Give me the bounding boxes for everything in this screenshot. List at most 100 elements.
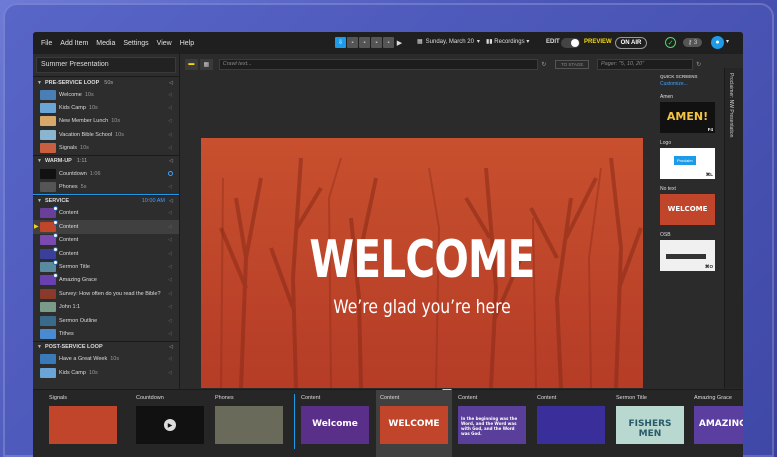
on-air-button[interactable]: ON AIR (615, 37, 647, 49)
section-header[interactable]: ▼ SERVICE 10:00 AM ◁ (33, 194, 179, 207)
keys-badge[interactable]: ⚷ 3 (683, 38, 702, 47)
send-arrow-icon[interactable]: ◁ (168, 105, 172, 111)
item-duration: 5s (80, 184, 87, 191)
send-arrow-icon[interactable]: ◁ (168, 356, 172, 362)
current-slide-preview[interactable]: WELCOME We’re glad you’re here (201, 138, 643, 388)
grid-view-icon[interactable]: ▦ (199, 58, 213, 70)
send-arrow-icon[interactable]: ◁ (168, 304, 172, 310)
send-arrow-icon[interactable]: ◁ (169, 198, 173, 204)
send-arrow-icon[interactable]: ◁ (168, 184, 172, 190)
send-arrow-icon[interactable]: ◁ (168, 132, 172, 138)
crawl-text-input[interactable]: Crawl text... (218, 58, 539, 70)
service-item[interactable]: Have a Great Week 10s ◁ (33, 353, 179, 366)
lock-icon[interactable]: ▪ (347, 37, 358, 48)
recordings-menu[interactable]: ▮▮ Recordings ▾ (486, 38, 529, 45)
strip-slide[interactable]: Content Welcome (301, 390, 373, 457)
menu-settings[interactable]: Settings (119, 40, 152, 47)
service-item[interactable]: Amazing Grace ◁ (33, 273, 179, 287)
service-item[interactable]: Countdown 1:06 (33, 167, 179, 180)
play-icon[interactable]: ▶ (395, 37, 404, 48)
lock-icon[interactable]: ▪ (383, 37, 394, 48)
strip-slide-thumbnail: AMAZING G (694, 406, 743, 444)
keys-count: 3 (693, 39, 698, 46)
refresh-icon[interactable]: ↻ (541, 61, 549, 68)
pager-input[interactable]: Pager: "5, 10, 20" (597, 58, 694, 70)
strip-slide[interactable]: Signals (49, 390, 121, 457)
service-item[interactable]: Kids Camp 10s ◁ (33, 366, 179, 379)
strip-slide[interactable]: Phones (215, 390, 287, 457)
collapse-triangle-icon[interactable]: ▼ (37, 80, 42, 86)
customize-link[interactable]: Customize... (660, 81, 720, 87)
send-arrow-icon[interactable]: ◁ (168, 331, 172, 337)
service-item[interactable]: Tithes ◁ (33, 327, 179, 340)
service-item[interactable]: Vacation Bible School 10s ◁ (33, 128, 179, 141)
send-arrow-icon[interactable]: ◁ (168, 92, 172, 98)
strip-slide[interactable]: Content WELCOME (376, 390, 452, 457)
strip-slide[interactable]: Content (537, 390, 609, 457)
stage-view-icon[interactable]: ▬ (185, 58, 198, 70)
send-arrow-icon[interactable]: ◁ (168, 210, 172, 216)
service-item[interactable]: Signals 10s ◁ (33, 142, 179, 155)
send-arrow-icon[interactable]: ◁ (168, 318, 172, 324)
item-thumbnail (40, 259, 58, 272)
section-header[interactable]: ▼ POST-SERVICE LOOP ◁ (33, 340, 179, 353)
strip-slide[interactable]: Countdown ▶ (136, 390, 208, 457)
lock-icon[interactable]: ▪ (359, 37, 370, 48)
quick-screen-thumbnail[interactable]: ⌘O (660, 240, 715, 271)
service-item[interactable]: Survey: How often do you read the Bible?… (33, 287, 179, 300)
menu-add-item[interactable]: Add Item (56, 40, 92, 47)
send-arrow-icon[interactable]: ◁ (168, 224, 172, 230)
refresh-icon[interactable]: ↻ (696, 61, 704, 68)
send-arrow-icon[interactable]: ◁ (168, 118, 172, 124)
menu-media[interactable]: Media (92, 40, 119, 47)
item-thumbnail (40, 103, 56, 114)
send-arrow-icon[interactable]: ◁ (168, 291, 172, 297)
menu-help[interactable]: Help (176, 40, 198, 47)
quick-screen-thumbnail[interactable]: Proclaim ⌘L (660, 148, 715, 179)
menu-view[interactable]: View (153, 40, 176, 47)
send-arrow-icon[interactable]: ◁ (168, 237, 172, 243)
send-arrow-icon[interactable]: ◁ (169, 80, 173, 86)
collapse-triangle-icon[interactable]: ▼ (37, 344, 42, 350)
download-icon[interactable]: ⇩ (335, 37, 346, 48)
service-date-select[interactable]: ▦ Sunday, March 20 ▾ (417, 38, 480, 46)
collapse-triangle-icon[interactable]: ▼ (37, 198, 42, 204)
menu-file[interactable]: File (37, 40, 56, 47)
send-arrow-icon[interactable]: ◁ (168, 277, 172, 283)
send-arrow-icon[interactable]: ◁ (168, 251, 172, 257)
strip-slide[interactable]: Amazing Grace AMAZING G (694, 390, 743, 457)
section-header[interactable]: ▼ WARM-UP 1:11 ◁ (33, 154, 179, 167)
edit-preview-toggle[interactable] (561, 38, 580, 48)
side-tab[interactable]: Proclaimer: NW Presentation (724, 68, 743, 388)
lock-icon[interactable]: ▪ (371, 37, 382, 48)
send-arrow-icon[interactable]: ◁ (169, 158, 173, 164)
section-header[interactable]: ▼ PRE-SERVICE LOOP 50s ◁ (33, 76, 179, 88)
send-arrow-icon[interactable]: ◁ (168, 264, 172, 270)
send-arrow-icon[interactable]: ◁ (168, 145, 172, 151)
check-icon[interactable]: ✓ (665, 37, 676, 48)
service-item[interactable]: ▶ Content ◁ (33, 219, 179, 234)
service-item[interactable]: Welcome 10s ◁ (33, 88, 179, 101)
quick-screen-text: WELCOME (667, 205, 708, 213)
quick-screen-thumbnail[interactable]: WELCOME (660, 194, 715, 225)
chevron-down-icon[interactable]: ▾ (726, 38, 729, 45)
service-item[interactable]: New Member Lunch 10s ◁ (33, 115, 179, 128)
service-item[interactable]: Content ◁ (33, 246, 179, 260)
service-item[interactable]: John 1:1 ◁ (33, 300, 179, 313)
service-item[interactable]: Content ◁ (33, 233, 179, 247)
service-item[interactable]: Kids Camp 10s ◁ (33, 101, 179, 114)
user-avatar-icon[interactable]: ● (711, 36, 724, 49)
strip-slide[interactable]: Sermon Title FISHERS MEN (616, 390, 688, 457)
quick-screen-thumbnail[interactable]: AMEN! F4 (660, 102, 715, 133)
item-thumbnail (40, 168, 56, 179)
to-stage-button[interactable]: TO STAGE (555, 59, 590, 69)
collapse-triangle-icon[interactable]: ▼ (37, 158, 42, 164)
send-arrow-icon[interactable]: ◁ (169, 344, 173, 350)
service-item[interactable]: Sermon Title ◁ (33, 259, 179, 273)
presentation-title[interactable]: Summer Presentation (36, 57, 176, 73)
service-item[interactable]: Sermon Outline ◁ (33, 314, 179, 327)
service-item[interactable]: Phones 5s ◁ (33, 180, 179, 193)
send-arrow-icon[interactable]: ◁ (168, 370, 172, 376)
strip-slide[interactable]: Content In the beginning was the Word, an… (458, 390, 530, 457)
service-item[interactable]: Content ◁ (33, 206, 179, 220)
